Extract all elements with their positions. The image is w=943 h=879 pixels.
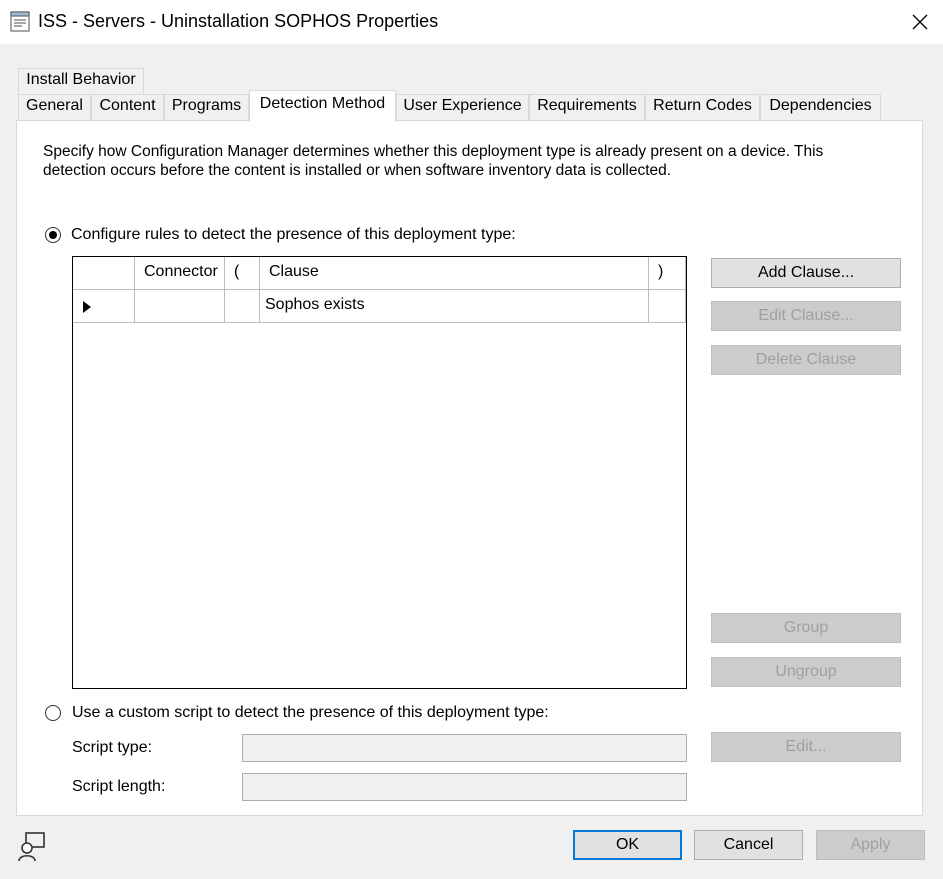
edit-script-button[interactable]: Edit... — [711, 732, 901, 762]
tab-user-experience[interactable]: User Experience — [396, 94, 529, 120]
delete-clause-button[interactable]: Delete Clause — [711, 345, 901, 375]
grid-header-selector — [73, 257, 135, 290]
close-icon — [912, 14, 928, 30]
add-clause-button[interactable]: Add Clause... — [711, 258, 901, 288]
tab-dependencies[interactable]: Dependencies — [760, 94, 881, 120]
group-button[interactable]: Group — [711, 613, 901, 643]
tab-detection-method[interactable]: Detection Method — [249, 90, 396, 122]
script-length-field — [242, 773, 687, 801]
apply-button[interactable]: Apply — [816, 830, 925, 860]
table-row-close-paren[interactable] — [649, 290, 686, 323]
edit-clause-button[interactable]: Edit Clause... — [711, 301, 901, 331]
row-pointer-icon — [83, 301, 91, 313]
script-type-field — [242, 734, 687, 762]
ok-button[interactable]: OK — [573, 830, 682, 860]
ungroup-button[interactable]: Ungroup — [711, 657, 901, 687]
close-button[interactable] — [897, 0, 943, 44]
tab-programs[interactable]: Programs — [164, 94, 249, 120]
tab-content[interactable]: Content — [91, 94, 164, 120]
script-length-label: Script length: — [72, 778, 166, 795]
grid-header-clause[interactable]: Clause — [260, 257, 649, 290]
window-title: ISS - Servers - Uninstallation SOPHOS Pr… — [38, 11, 439, 31]
table-row-clause[interactable]: Sophos exists — [260, 290, 649, 323]
table-row-connector[interactable] — [135, 290, 225, 323]
tab-requirements[interactable]: Requirements — [529, 94, 645, 120]
properties-icon — [10, 11, 30, 32]
title-bar: ISS - Servers - Uninstallation SOPHOS Pr… — [0, 0, 943, 44]
tab-general[interactable]: General — [18, 94, 91, 120]
grid-header-connector[interactable]: Connector — [135, 257, 225, 290]
custom-script-label: Use a custom script to detect the presen… — [72, 704, 549, 721]
script-type-label: Script type: — [72, 739, 153, 756]
grid-header-open-paren[interactable]: ( — [225, 257, 260, 290]
clause-grid[interactable]: Connector ( Clause ) Sophos exists — [72, 256, 687, 689]
tab-return-codes[interactable]: Return Codes — [645, 94, 760, 120]
tab-install-behavior[interactable]: Install Behavior — [18, 68, 144, 94]
user-feedback-icon[interactable] — [16, 830, 48, 862]
table-row-selector[interactable] — [73, 290, 135, 323]
description-text: Specify how Configuration Manager determ… — [43, 143, 824, 179]
radio-configure-rules[interactable] — [45, 227, 61, 243]
cancel-button[interactable]: Cancel — [694, 830, 803, 860]
table-row-open-paren[interactable] — [225, 290, 260, 323]
radio-custom-script[interactable] — [45, 705, 61, 721]
configure-rules-label: Configure rules to detect the presence o… — [71, 226, 516, 243]
radio-selected-dot — [49, 231, 57, 239]
grid-header-close-paren[interactable]: ) — [649, 257, 686, 290]
